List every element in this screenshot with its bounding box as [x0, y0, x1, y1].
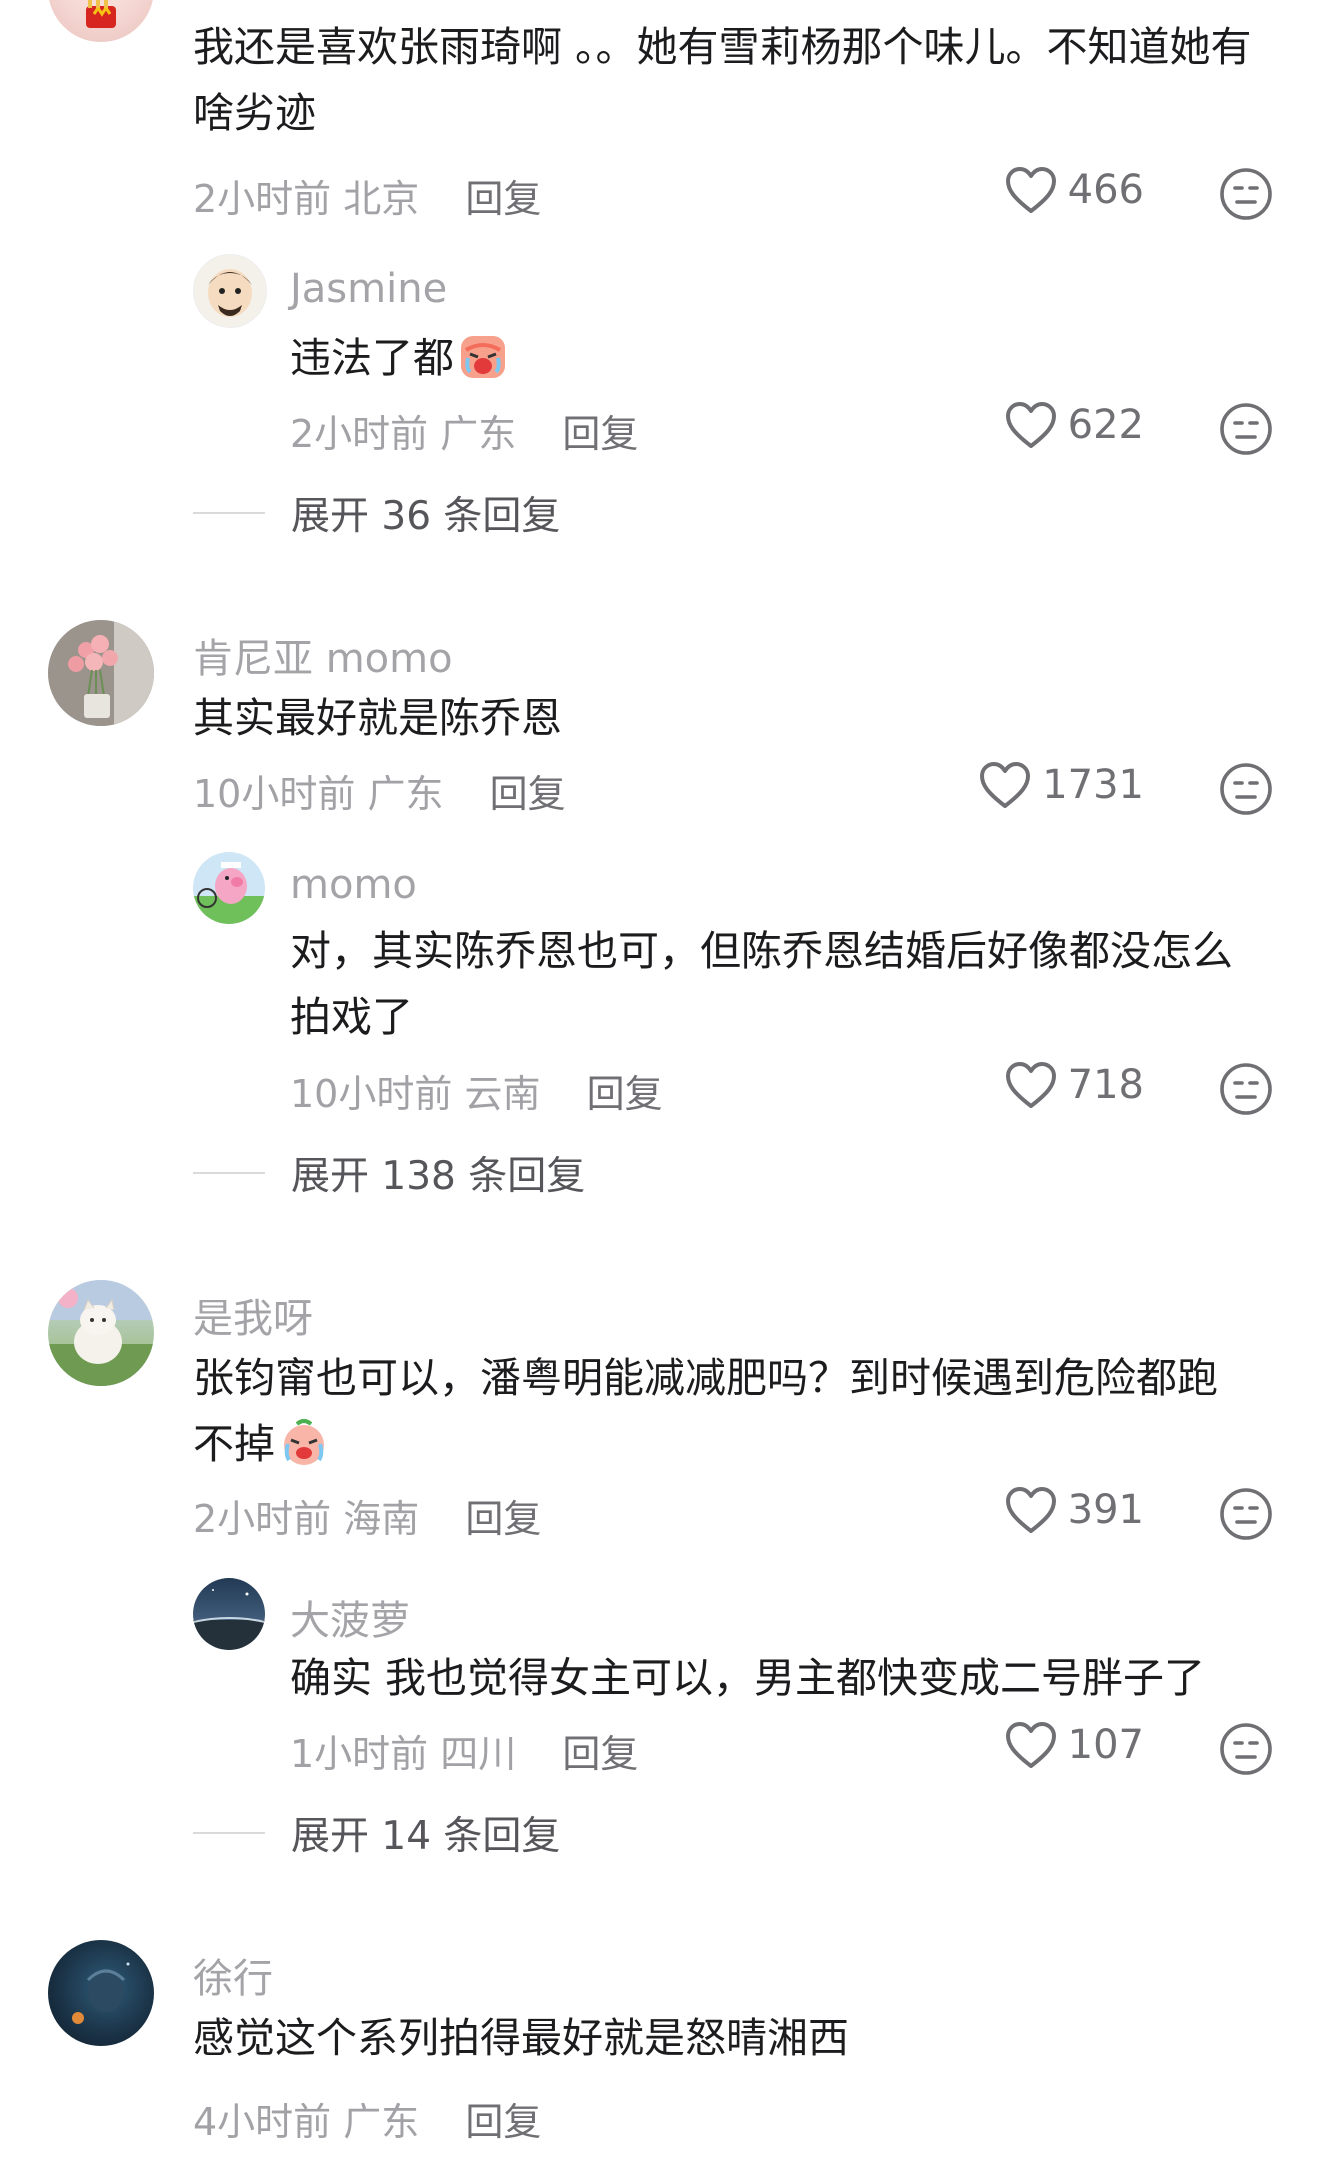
neutral-face-icon[interactable] — [1218, 761, 1274, 817]
like-count: 622 — [1067, 402, 1144, 448]
like-button[interactable]: 1731 — [978, 760, 1144, 810]
reply-text-content: 违法了都 — [290, 334, 454, 382]
divider — [193, 512, 265, 514]
reply-meta: 1小时前 四川 回复 — [290, 1723, 638, 1778]
avatar[interactable] — [193, 1578, 265, 1650]
reply-button[interactable]: 回复 — [587, 1072, 663, 1116]
reply-text: 违法了都 — [290, 325, 1290, 391]
comment-meta: 2小时前 海南 回复 — [193, 1488, 541, 1543]
comment-location: 广东 — [343, 2100, 420, 2144]
comment-time: 2小时前 — [193, 177, 332, 221]
reply-username[interactable]: Jasmine — [290, 266, 447, 312]
reply-username[interactable]: 大菠萝 — [290, 1588, 410, 1646]
avatar[interactable] — [48, 620, 154, 726]
comment-text: 我还是喜欢张雨琦啊 。。她有雪莉杨那个味儿。不知道她有啥劣迹 — [193, 23, 1252, 137]
comment-text-content: 张钧甯也可以，潘粤明能减减肥吗？到时候遇到危险都跑不掉 — [193, 1354, 1218, 1468]
avatar[interactable] — [48, 1940, 154, 2046]
like-count: 391 — [1067, 1487, 1144, 1533]
reply-time: 1小时前 — [290, 1732, 429, 1776]
heart-outline-icon — [1005, 167, 1056, 213]
heart-outline-icon — [1005, 1487, 1056, 1533]
like-count: 718 — [1067, 1062, 1144, 1108]
heart-outline-icon — [1005, 1062, 1056, 1108]
comment-text: 感觉这个系列拍得最好就是怒晴湘西 — [193, 2014, 849, 2062]
crying-face-emoji — [461, 336, 505, 378]
reply-location: 四川 — [440, 1732, 517, 1776]
neutral-face-icon[interactable] — [1218, 1486, 1274, 1542]
avatar[interactable] — [193, 852, 265, 924]
expand-replies-label: 展开 36 条回复 — [291, 494, 561, 539]
reply-text: 对，其实陈乔恩也可，但陈乔恩结婚后好像都没怎么拍戏了 — [290, 927, 1233, 1041]
reply-button[interactable]: 回复 — [465, 177, 541, 221]
expand-replies-button[interactable]: 展开 14 条回复 — [193, 1805, 560, 1861]
like-button[interactable]: 718 — [1004, 1060, 1144, 1110]
comment-time: 2小时前 — [193, 1497, 332, 1541]
neutral-face-icon[interactable] — [1218, 166, 1274, 222]
reply-location: 云南 — [464, 1072, 541, 1116]
like-count: 107 — [1067, 1722, 1144, 1768]
comment-time: 10小时前 — [193, 772, 356, 816]
neutral-face-icon[interactable] — [1218, 401, 1274, 457]
like-count: 1731 — [1042, 762, 1144, 808]
expand-replies-button[interactable]: 展开 36 条回复 — [193, 485, 560, 541]
comment-meta: 10小时前 广东 回复 — [193, 763, 566, 818]
neutral-face-icon[interactable] — [1218, 1721, 1274, 1777]
heart-outline-icon — [980, 762, 1031, 808]
expand-replies-label: 展开 138 条回复 — [291, 1154, 586, 1199]
like-count: 466 — [1067, 167, 1144, 213]
reply-meta: 2小时前 广东 回复 — [290, 403, 638, 458]
like-button[interactable]: 391 — [1004, 1485, 1144, 1535]
reply-time: 2小时前 — [290, 412, 429, 456]
like-button[interactable]: 466 — [1004, 165, 1144, 215]
reply-time: 10小时前 — [290, 1072, 453, 1116]
comment-location: 海南 — [343, 1497, 420, 1541]
avatar[interactable] — [193, 254, 267, 328]
reply-meta: 10小时前 云南 回复 — [290, 1063, 663, 1118]
expand-replies-button[interactable]: 展开 138 条回复 — [193, 1145, 585, 1201]
comment-username[interactable]: 徐行 — [193, 1946, 273, 2004]
like-button[interactable]: 622 — [1004, 400, 1144, 450]
comment-time: 4小时前 — [193, 2100, 332, 2144]
expand-replies-label: 展开 14 条回复 — [291, 1814, 561, 1859]
heart-outline-icon — [1005, 402, 1056, 448]
comment-text: 张钧甯也可以，潘粤明能减减肥吗？到时候遇到危险都跑不掉 — [193, 1345, 1253, 1477]
reply-username[interactable]: momo — [290, 862, 417, 908]
comment-username[interactable]: 是我呀 — [193, 1286, 313, 1344]
comment-text: 其实最好就是陈乔恩 — [193, 694, 562, 742]
reply-location: 广东 — [440, 412, 517, 456]
like-button[interactable]: 107 — [1004, 1720, 1144, 1770]
reply-button[interactable]: 回复 — [490, 772, 566, 816]
avatar[interactable] — [48, 1280, 154, 1386]
reply-text: 确实 我也觉得女主可以，男主都快变成二号胖子了 — [290, 1654, 1206, 1702]
comment-username[interactable]: 肯尼亚 momo — [193, 626, 453, 684]
divider — [193, 1172, 265, 1174]
neutral-face-icon[interactable] — [1218, 1061, 1274, 1117]
reply-button[interactable]: 回复 — [562, 1732, 638, 1776]
divider — [193, 1832, 265, 1834]
heart-outline-icon — [1005, 1722, 1056, 1768]
comment-location: 北京 — [343, 177, 420, 221]
reply-button[interactable]: 回复 — [465, 2100, 541, 2144]
reply-button[interactable]: 回复 — [562, 412, 638, 456]
crying-face-emoji — [284, 1419, 324, 1465]
comment-meta: 4小时前 广东 回复 — [193, 2091, 541, 2146]
comment-location: 广东 — [367, 772, 444, 816]
avatar[interactable] — [48, 0, 154, 42]
reply-button[interactable]: 回复 — [465, 1497, 541, 1541]
comment-meta: 2小时前 北京 回复 — [193, 168, 541, 223]
